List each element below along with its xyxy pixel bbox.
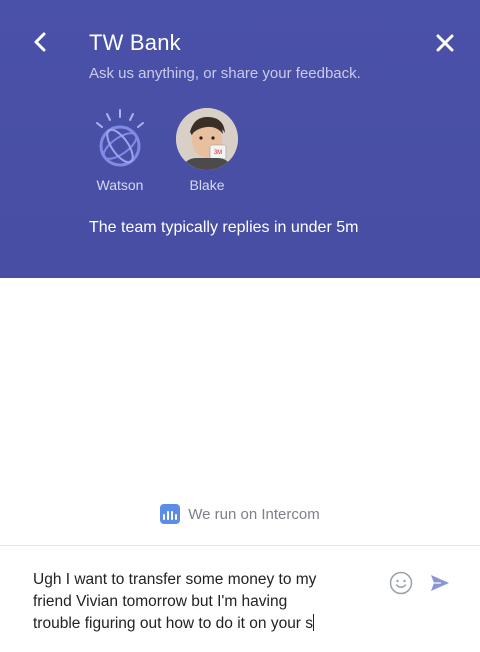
smiley-icon <box>389 571 413 595</box>
message-input-line: Ugh I want to transfer some money to my <box>33 571 317 588</box>
powered-by-link[interactable]: We run on Intercom <box>0 504 480 524</box>
avatar: 3M <box>176 108 238 170</box>
message-input[interactable]: Ugh I want to transfer some money to my … <box>33 569 373 635</box>
watson-logo-icon <box>89 108 151 170</box>
chevron-left-icon <box>34 32 46 52</box>
svg-text:3M: 3M <box>214 150 222 156</box>
powered-by-text: We run on Intercom <box>188 505 320 523</box>
emoji-button[interactable] <box>389 571 413 595</box>
agent-name: Watson <box>96 177 144 193</box>
close-button[interactable] <box>432 30 458 56</box>
close-icon <box>436 34 454 52</box>
text-caret <box>313 614 315 631</box>
message-input-line-last: trouble figuring out how to do it on you… <box>33 613 373 635</box>
agent-name: Blake <box>189 177 225 193</box>
chat-header: TW Bank Ask us anything, or share your f… <box>0 0 480 278</box>
agent-watson: Watson <box>80 108 160 193</box>
header-subtitle: Ask us anything, or share your feedback. <box>89 65 361 82</box>
send-button[interactable] <box>429 572 451 594</box>
app-title: TW Bank <box>89 30 181 55</box>
send-icon <box>431 575 449 591</box>
reply-time-note: The team typically replies in under 5m <box>89 219 359 236</box>
message-input-line: friend Vivian tomorrow but I'm having <box>33 593 288 610</box>
message-input-line: trouble figuring out how to do it on you… <box>33 615 314 632</box>
message-composer[interactable]: Ugh I want to transfer some money to my … <box>0 546 480 652</box>
agent-blake: 3M Blake <box>167 108 247 193</box>
intercom-logo-icon <box>160 504 181 524</box>
back-button[interactable] <box>28 28 52 56</box>
